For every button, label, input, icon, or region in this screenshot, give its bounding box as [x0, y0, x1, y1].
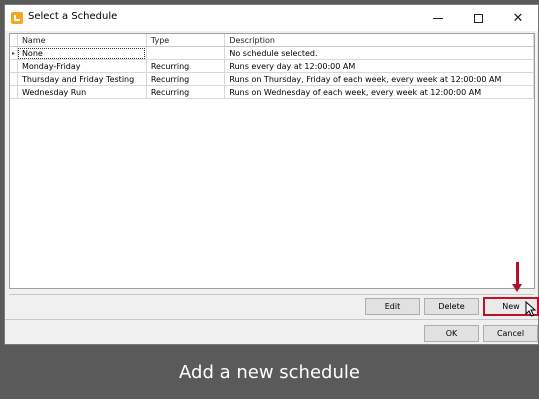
- row-selector-header: [10, 34, 18, 47]
- caption: Add a new schedule: [179, 361, 360, 383]
- delete-button[interactable]: Delete: [424, 298, 479, 315]
- header-row: Name Type Description: [10, 34, 534, 47]
- mouse-cursor-icon: [525, 301, 537, 317]
- row-description[interactable]: Runs on Thursday, Friday of each week, e…: [224, 72, 534, 86]
- table-row[interactable]: Monday-Friday Recurring Runs every day a…: [10, 59, 534, 73]
- row-description[interactable]: No schedule selected.: [224, 46, 534, 60]
- row-description[interactable]: Runs on Wednesday of each week, every we…: [224, 85, 534, 99]
- close-button[interactable]: ✕: [498, 5, 538, 31]
- row-name[interactable]: Wednesday Run: [17, 85, 147, 99]
- title-bar: Select a Schedule ✕: [5, 5, 538, 31]
- row-type[interactable]: Recurring: [146, 59, 226, 73]
- row-indicator: [10, 72, 18, 86]
- table-row[interactable]: ▸ None No schedule selected.: [10, 46, 534, 60]
- table-row[interactable]: Wednesday Run Recurring Runs on Wednesda…: [10, 85, 534, 99]
- close-icon: ✕: [512, 10, 524, 26]
- row-name[interactable]: Thursday and Friday Testing: [17, 72, 147, 86]
- schedule-table: Name Type Description ▸ None No schedule…: [10, 34, 534, 99]
- schedule-grid[interactable]: Name Type Description ▸ None No schedule…: [9, 33, 535, 289]
- row-type[interactable]: [146, 46, 226, 60]
- column-header-type[interactable]: Type: [146, 34, 226, 47]
- row-indicator: [10, 85, 18, 99]
- column-header-description[interactable]: Description: [224, 34, 534, 47]
- table-row[interactable]: Thursday and Friday Testing Recurring Ru…: [10, 72, 534, 86]
- row-description[interactable]: Runs every day at 12:00:00 AM: [224, 59, 534, 73]
- row-name[interactable]: None: [17, 46, 147, 60]
- divider: [5, 319, 538, 320]
- divider: [9, 294, 534, 295]
- window-title: Select a Schedule: [28, 11, 118, 22]
- row-name[interactable]: Monday-Friday: [17, 59, 147, 73]
- maximize-icon: [473, 13, 483, 23]
- minimize-icon: [433, 17, 443, 19]
- cancel-button[interactable]: Cancel: [483, 325, 538, 342]
- pointer-arrow-icon: [512, 262, 522, 292]
- maximize-button[interactable]: [458, 5, 498, 31]
- row-indicator-icon: ▸: [10, 46, 18, 60]
- ok-button[interactable]: OK: [424, 325, 479, 342]
- minimize-button[interactable]: [418, 5, 458, 31]
- edit-button[interactable]: Edit: [365, 298, 420, 315]
- row-type[interactable]: Recurring: [146, 72, 226, 86]
- row-indicator: [10, 59, 18, 73]
- select-schedule-dialog: Select a Schedule ✕ Name Type Descriptio…: [4, 4, 539, 345]
- app-icon: [11, 12, 23, 24]
- column-header-name[interactable]: Name: [17, 34, 147, 47]
- row-type[interactable]: Recurring: [146, 85, 226, 99]
